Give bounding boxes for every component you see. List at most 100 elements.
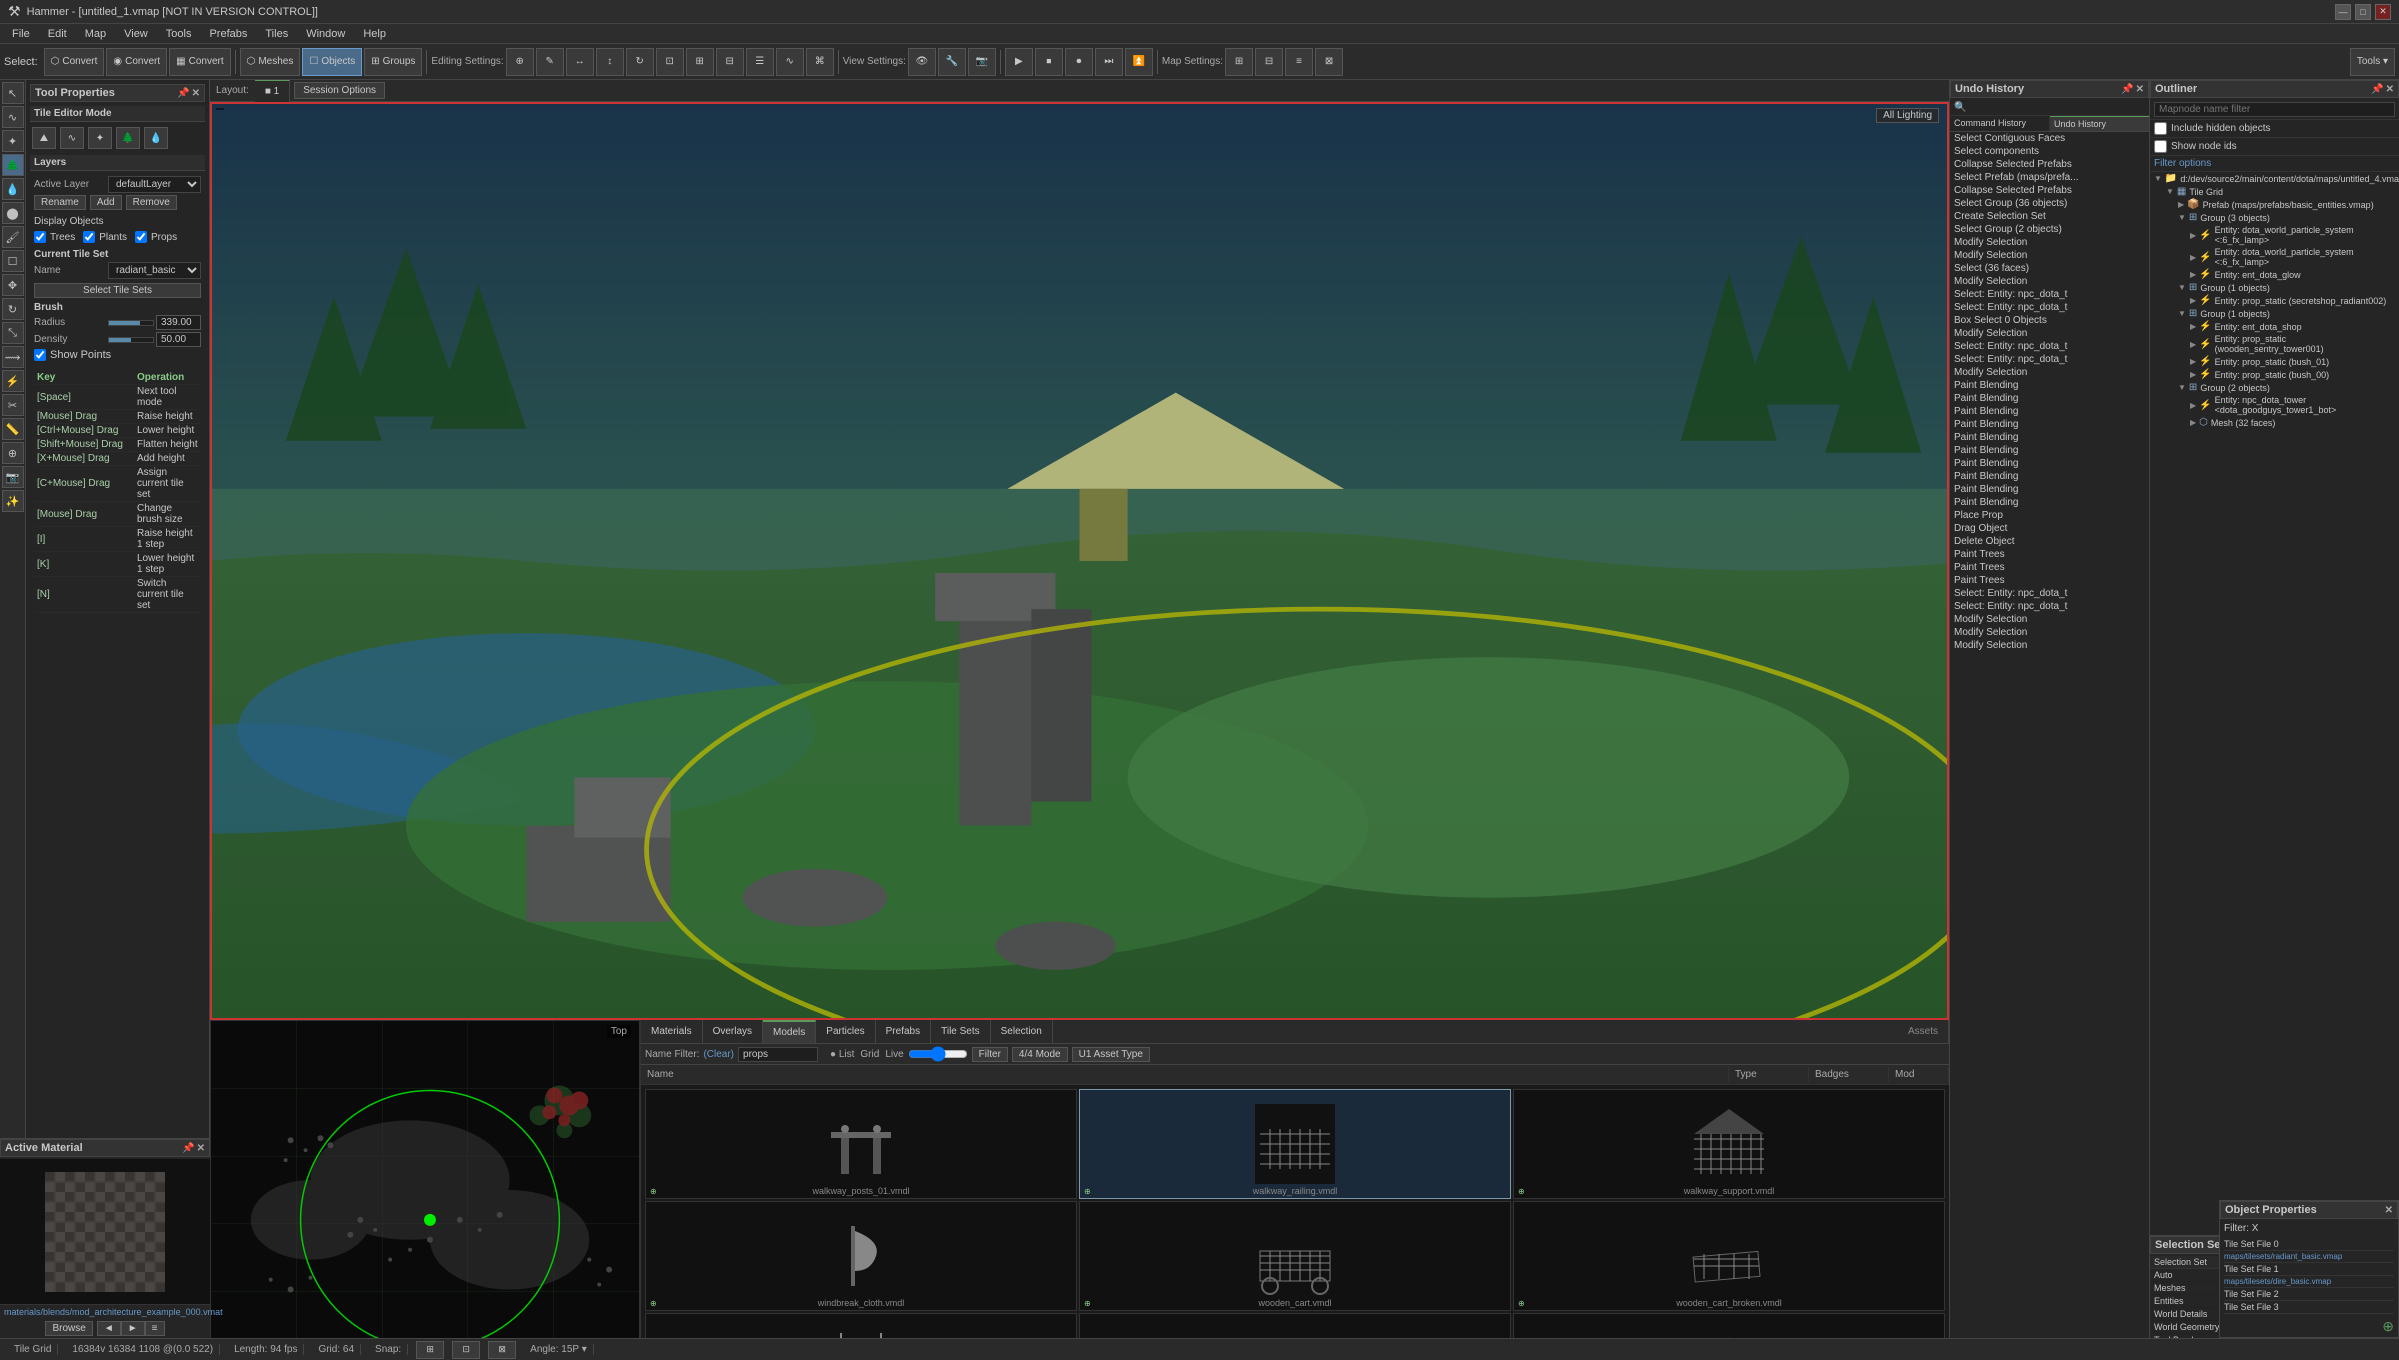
obj-props-close[interactable]: ✕ — [2385, 1205, 2393, 1216]
tree-item[interactable]: ▼📁d:/dev/source2/main/content/dota/maps/… — [2150, 172, 2399, 185]
undo-item[interactable]: Modify Selection — [1950, 275, 2149, 288]
edit-tool-6[interactable]: ⊡ — [656, 48, 684, 76]
undo-item[interactable]: Drag Object — [1950, 522, 2149, 535]
trees-checkbox[interactable] — [34, 231, 46, 243]
lighting-btn[interactable]: All Lighting — [1876, 108, 1939, 123]
tool-scale[interactable]: ⤡ — [2, 322, 24, 344]
asset-walkway-support[interactable]: walkway_support.vmdl ⊕ — [1513, 1089, 1945, 1199]
remove-layer-btn[interactable]: Remove — [126, 195, 177, 210]
menu-file[interactable]: File — [4, 24, 38, 44]
asset-windbreak-cloth[interactable]: windbreak_cloth.vmdl ⊕ — [645, 1201, 1077, 1311]
view-tool-2[interactable]: 🔧 — [938, 48, 966, 76]
undo-panel-pin[interactable]: 📌 — [2121, 84, 2133, 95]
asset-tab-models[interactable]: Models — [763, 1020, 816, 1043]
mat-options-btn[interactable]: ≡ — [145, 1321, 165, 1336]
show-points-checkbox[interactable] — [34, 349, 46, 361]
viewport-tab-main[interactable]: ■ 1 — [255, 80, 290, 102]
undo-item[interactable]: Select components — [1950, 145, 2149, 158]
undo-item[interactable]: Paint Blending — [1950, 418, 2149, 431]
select-tile-sets-btn[interactable]: Select Tile Sets — [34, 283, 201, 298]
maximize-button[interactable]: □ — [2355, 4, 2371, 20]
2d-map-viewport[interactable]: Top — [210, 1020, 640, 1360]
map-tool-3[interactable]: ≡ — [1285, 48, 1313, 76]
tool-camera[interactable]: 📷 — [2, 466, 24, 488]
asset-tab-materials[interactable]: Materials — [641, 1020, 703, 1043]
undo-item[interactable]: Paint Blending — [1950, 392, 2149, 405]
menu-view[interactable]: View — [116, 24, 156, 44]
edit-tool-7[interactable]: ⊞ — [686, 48, 714, 76]
asset-wooden-cart-broken[interactable]: wooden_cart_broken.vmdl ⊕ — [1513, 1201, 1945, 1311]
tool-fx[interactable]: ✨ — [2, 490, 24, 512]
list-option[interactable]: ● List — [830, 1049, 854, 1060]
show-node-ids-checkbox[interactable] — [2154, 140, 2167, 153]
tool-sculpt[interactable]: ✦ — [2, 130, 24, 152]
undo-item[interactable]: Modify Selection — [1950, 639, 2149, 652]
undo-item[interactable]: Box Select 0 Objects — [1950, 314, 2149, 327]
asset-tab-prefabs[interactable]: Prefabs — [876, 1020, 931, 1043]
map-tool-2[interactable]: ⊟ — [1255, 48, 1283, 76]
close-button[interactable]: ✕ — [2375, 4, 2391, 20]
undo-item[interactable]: Paint Blending — [1950, 405, 2149, 418]
command-history-tab[interactable]: Command History — [1950, 116, 2050, 131]
undo-item[interactable]: Select: Entity: npc_dota_t — [1950, 288, 2149, 301]
undo-item[interactable]: Select (36 faces) — [1950, 262, 2149, 275]
browse-btn[interactable]: Browse — [45, 1321, 92, 1336]
undo-item[interactable]: Modify Selection — [1950, 366, 2149, 379]
tree-item[interactable]: ▶⚡Entity: dota_world_particle_system <:6… — [2150, 224, 2399, 246]
tool-pointer[interactable]: ↖ — [2, 82, 24, 104]
tool-nav[interactable]: ⊕ — [2, 442, 24, 464]
undo-item[interactable]: Paint Blending — [1950, 470, 2149, 483]
edit-tool-11[interactable]: ⌘ — [806, 48, 834, 76]
view-tool-5[interactable]: ⏹ — [1035, 48, 1063, 76]
asset-type-btn[interactable]: U1 Asset Type — [1072, 1047, 1150, 1062]
tree-item[interactable]: ▶⚡Entity: prop_static (bush_01) — [2150, 355, 2399, 368]
outliner-pin[interactable]: 📌 — [2371, 84, 2383, 95]
view-tool-3[interactable]: 📷 — [968, 48, 996, 76]
panel-pin-icon[interactable]: 📌 — [177, 88, 189, 99]
undo-item[interactable]: Place Prop — [1950, 509, 2149, 522]
menu-tiles[interactable]: Tiles — [257, 24, 296, 44]
main-3d-viewport[interactable]: All Lighting — [210, 102, 1949, 1020]
mode-44-btn[interactable]: 4/4 Mode — [1012, 1047, 1068, 1062]
rename-layer-btn[interactable]: Rename — [34, 195, 86, 210]
show-points-row[interactable]: Show Points — [34, 349, 201, 361]
menu-edit[interactable]: Edit — [40, 24, 75, 44]
undo-item[interactable]: Modify Selection — [1950, 249, 2149, 262]
tool-water[interactable]: 💧 — [2, 178, 24, 200]
filter-options-btn[interactable]: Filter options — [2150, 156, 2399, 172]
tools-dropdown-btn[interactable]: Tools ▾ — [2350, 48, 2395, 76]
tile-mode-btn-3[interactable]: ✦ — [88, 127, 112, 149]
asset-tab-particles[interactable]: Particles — [816, 1020, 875, 1043]
tree-item[interactable]: ▶⚡Entity: ent_dota_glow — [2150, 268, 2399, 281]
active-mat-close[interactable]: ✕ — [197, 1143, 205, 1154]
undo-item[interactable]: Select: Entity: npc_dota_t — [1950, 340, 2149, 353]
panel-close-icon[interactable]: ✕ — [192, 88, 200, 99]
undo-item[interactable]: Modify Selection — [1950, 626, 2149, 639]
meshes-btn[interactable]: ⬡ Meshes — [240, 48, 301, 76]
tool-tree[interactable]: 🌲 — [2, 154, 24, 176]
undo-item[interactable]: Paint Blending — [1950, 379, 2149, 392]
tool-paint[interactable]: 🖌 — [2, 226, 24, 248]
include-hidden-checkbox[interactable] — [2154, 122, 2167, 135]
mat-nav-right[interactable]: ► — [121, 1321, 145, 1336]
tool-select[interactable]: ☐ — [2, 250, 24, 272]
name-filter-input[interactable] — [738, 1047, 818, 1062]
tree-item[interactable]: ▼⊞Group (2 objects) — [2150, 381, 2399, 394]
map-tool-4[interactable]: ⊠ — [1315, 48, 1343, 76]
undo-item[interactable]: Select: Entity: npc_dota_t — [1950, 600, 2149, 613]
tree-item[interactable]: ▼⊞Group (1 objects) — [2150, 307, 2399, 320]
undo-item[interactable]: Select: Entity: npc_dota_t — [1950, 353, 2149, 366]
asset-walkway-railing[interactable]: walkway_railing.vmdl ⊕ — [1079, 1089, 1511, 1199]
view-tool-4[interactable]: ▶ — [1005, 48, 1033, 76]
tool-clip[interactable]: ✂ — [2, 394, 24, 416]
outliner-filter-input[interactable] — [2154, 102, 2395, 117]
undo-item[interactable]: Select Group (36 objects) — [1950, 197, 2149, 210]
menu-help[interactable]: Help — [355, 24, 394, 44]
filter-btn[interactable]: Filter — [972, 1047, 1008, 1062]
undo-item[interactable]: Paint Trees — [1950, 561, 2149, 574]
edit-tool-3[interactable]: ↔ — [566, 48, 594, 76]
edit-tool-8[interactable]: ⊟ — [716, 48, 744, 76]
props-checkbox[interactable] — [135, 231, 147, 243]
active-mat-pin[interactable]: 📌 — [182, 1143, 194, 1154]
asset-tab-overlays[interactable]: Overlays — [703, 1020, 763, 1043]
